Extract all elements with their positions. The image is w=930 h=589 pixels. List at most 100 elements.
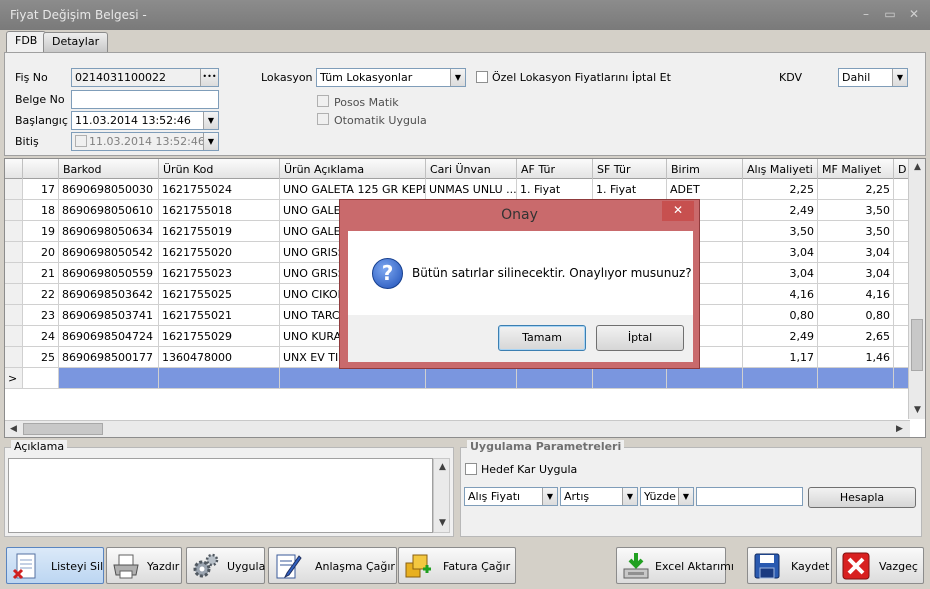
anlasma-cagir-button[interactable]: Anlaşma Çağır [268, 547, 397, 584]
delete-list-icon [12, 553, 36, 580]
bitis-enable-checkbox[interactable] [75, 135, 87, 147]
parametre-degeri-input[interactable] [696, 487, 803, 506]
selected-row-cell [517, 368, 593, 389]
scroll-thumb[interactable] [911, 319, 923, 371]
uygula-button[interactable]: Uygula [186, 547, 265, 584]
belge-no-input[interactable] [71, 90, 219, 109]
row-indicator[interactable] [5, 221, 23, 242]
hedef-kar-checkbox[interactable] [465, 463, 477, 475]
grid-horizontal-scrollbar[interactable]: ◀ ▶ [5, 420, 910, 437]
alis-maliyeti-cell: 3,50 [743, 221, 818, 242]
kaydet-button[interactable]: Kaydet [747, 547, 832, 584]
column-header[interactable]: SF Tür [593, 159, 667, 179]
hesaplama-birimi-select[interactable]: Yüzde ▼ [640, 487, 694, 506]
barkod-cell: 8690698504724 [59, 326, 159, 347]
yazdir-button[interactable]: Yazdır [106, 547, 182, 584]
iptal-button[interactable]: İptal [596, 325, 684, 351]
vazgec-button[interactable]: Vazgeç [836, 547, 924, 584]
chevron-down-icon[interactable]: ▼ [203, 112, 218, 129]
column-header[interactable]: MF Maliyet [818, 159, 894, 179]
row-number: 24 [23, 326, 59, 347]
aciklama-group: Açıklama ▲ ▼ [4, 440, 454, 537]
posos-matik-label: Posos Matik [334, 96, 399, 109]
alis-maliyeti-cell: 1,17 [743, 347, 818, 368]
column-header[interactable]: Birim [667, 159, 743, 179]
column-header[interactable]: AF Tür [517, 159, 593, 179]
grid-vertical-scrollbar[interactable]: ▲ ▼ [908, 159, 925, 419]
fiyat-tipi-select[interactable]: Alış Fiyatı ▼ [464, 487, 558, 506]
scroll-right-icon[interactable]: ▶ [891, 421, 908, 437]
posos-matik-checkbox[interactable] [317, 95, 329, 107]
alis-maliyeti-cell: 3,04 [743, 242, 818, 263]
kdv-select[interactable]: Dahil ▼ [838, 68, 908, 87]
chevron-down-icon[interactable]: ▼ [678, 488, 693, 505]
listeyi-sil-button[interactable]: Listeyi Sil [6, 547, 104, 584]
scroll-left-icon[interactable]: ◀ [5, 421, 22, 437]
tamam-button[interactable]: Tamam [498, 325, 586, 351]
column-header[interactable]: Ürün Açıklama [280, 159, 426, 179]
chevron-down-icon[interactable]: ▼ [542, 488, 557, 505]
urun-kod-cell: 1621755029 [159, 326, 280, 347]
excel-aktarimi-button[interactable]: Excel Aktarımı [616, 547, 734, 584]
row-indicator[interactable]: > [5, 368, 23, 389]
scroll-down-icon[interactable]: ▼ [434, 515, 451, 532]
row-indicator[interactable] [5, 263, 23, 284]
maximize-button[interactable]: ▭ [882, 6, 898, 22]
alis-maliyeti-cell: 2,49 [743, 200, 818, 221]
aciklama-scrollbar[interactable]: ▲ ▼ [433, 458, 450, 533]
lokasyon-select[interactable]: Tüm Lokasyonlar ▼ [316, 68, 466, 87]
scroll-up-icon[interactable]: ▲ [909, 159, 925, 176]
selected-row-cell [667, 368, 743, 389]
mf-maliyet-cell: 1,46 [818, 347, 894, 368]
mf-maliyet-cell: 2,25 [818, 179, 894, 200]
fiyat-tipi-value: Alış Fiyatı [468, 490, 521, 503]
chevron-down-icon[interactable]: ▼ [892, 69, 907, 86]
baslangic-label: Başlangıç [15, 114, 68, 127]
otomatik-uygula-checkbox[interactable] [317, 113, 329, 125]
fatura-cagir-label: Fatura Çağır [443, 560, 511, 573]
urun-kod-cell: 1621755021 [159, 305, 280, 326]
scroll-thumb[interactable] [23, 423, 103, 435]
column-header[interactable]: Alış Maliyeti [743, 159, 818, 179]
params-title: Uygulama Parametreleri [467, 440, 625, 453]
baslangic-datepicker[interactable]: 11.03.2014 13:52:46 ▼ [71, 111, 219, 130]
minimize-button[interactable]: – [858, 6, 874, 22]
new-row[interactable]: > [5, 368, 910, 389]
chevron-down-icon[interactable]: ▼ [622, 488, 637, 505]
uygulama-parametreleri-group: Uygulama Parametreleri Hedef Kar Uygula … [460, 440, 922, 537]
fatura-cagir-button[interactable]: Fatura Çağır [398, 547, 516, 584]
urun-kod-cell: 1621755020 [159, 242, 280, 263]
listeyi-sil-label: Listeyi Sil [51, 560, 104, 573]
column-header[interactable]: Barkod [59, 159, 159, 179]
row-indicator[interactable] [5, 242, 23, 263]
row-number: 20 [23, 242, 59, 263]
hesapla-button[interactable]: Hesapla [808, 487, 916, 508]
tab-detaylar[interactable]: Detaylar [43, 32, 109, 52]
row-indicator[interactable] [5, 200, 23, 221]
table-row[interactable]: 17 8690698050030 1621755024 UNO GALETA 125 … [5, 179, 910, 200]
scroll-down-icon[interactable]: ▼ [909, 402, 925, 419]
degisim-tipi-select[interactable]: Artış ▼ [560, 487, 638, 506]
column-header[interactable]: Ürün Kod [159, 159, 280, 179]
column-header[interactable]: Cari Ünvan [426, 159, 517, 179]
row-indicator[interactable] [5, 347, 23, 368]
fis-no-field[interactable]: 0214031100022 ••• [71, 68, 219, 87]
row-indicator[interactable] [5, 179, 23, 200]
row-indicator[interactable] [5, 326, 23, 347]
scroll-up-icon[interactable]: ▲ [434, 459, 451, 476]
dialog-close-button[interactable]: ✕ [662, 201, 694, 221]
fis-no-lookup-button[interactable]: ••• [200, 69, 218, 86]
row-indicator[interactable] [5, 284, 23, 305]
bitis-datepicker[interactable]: 11.03.2014 13:52:46 ▼ [71, 132, 219, 151]
row-indicator-header [5, 159, 23, 179]
fis-no-value: 0214031100022 [75, 71, 166, 84]
hedef-kar-label: Hedef Kar Uygula [481, 463, 578, 476]
chevron-down-icon[interactable]: ▼ [450, 69, 465, 86]
row-indicator[interactable] [5, 305, 23, 326]
chevron-down-icon[interactable]: ▼ [203, 133, 218, 150]
kdv-value: Dahil [842, 71, 871, 84]
ozel-lokasyon-checkbox[interactable] [476, 71, 488, 83]
aciklama-textarea[interactable] [8, 458, 433, 533]
close-button[interactable]: ✕ [906, 6, 922, 22]
tab-fdb[interactable]: FDB [6, 31, 47, 52]
